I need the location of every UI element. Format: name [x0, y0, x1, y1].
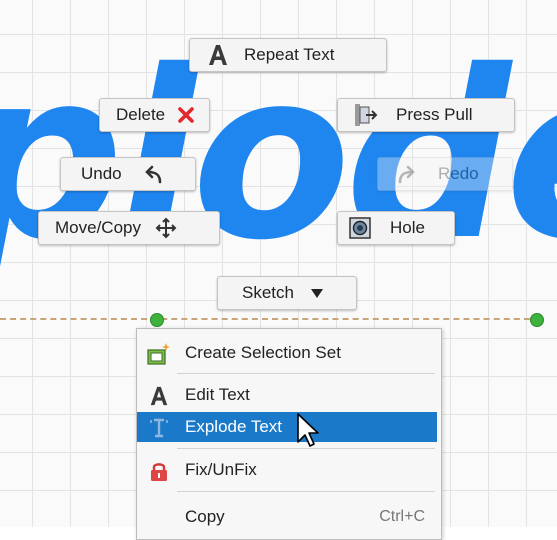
redo-arrow-icon [396, 164, 420, 184]
repeat-text-label: Repeat Text [244, 45, 335, 64]
menu-separator [177, 491, 435, 492]
undo-arrow-icon [140, 164, 164, 184]
repeat-text-button[interactable]: Repeat Text [189, 38, 387, 72]
menu-item-edit-text[interactable]: Edit Text [137, 380, 437, 410]
sketch-label: Sketch [242, 283, 294, 302]
menu-item-explode-text[interactable]: Explode Text [137, 412, 437, 442]
redo-label: Redo [438, 164, 479, 183]
press-pull-label: Press Pull [396, 105, 473, 124]
move-arrows-icon [155, 217, 177, 239]
menu-item-label: Edit Text [185, 385, 250, 404]
menu-item-label: Fix/UnFix [185, 460, 257, 479]
text-a-icon [206, 43, 230, 67]
menu-item-label: Explode Text [185, 417, 283, 436]
menu-item-shortcut: Ctrl+C [379, 508, 425, 525]
menu-item-label: Create Selection Set [185, 343, 341, 362]
delete-label: Delete [116, 105, 166, 124]
move-copy-label: Move/Copy [55, 218, 141, 237]
sketch-dashed-line[interactable] [0, 318, 540, 320]
hole-icon [348, 216, 372, 240]
undo-label: Undo [81, 164, 122, 183]
lock-icon [147, 459, 171, 483]
redo-button[interactable]: Redo [377, 157, 513, 191]
selection-set-icon [147, 342, 171, 366]
menu-separator [177, 373, 435, 374]
hole-button[interactable]: Hole [337, 211, 455, 245]
undo-button[interactable]: Undo [60, 157, 196, 191]
explode-text-icon [147, 416, 171, 440]
move-copy-button[interactable]: Move/Copy [38, 211, 220, 245]
menu-item-copy[interactable]: Copy Ctrl+C [137, 502, 437, 532]
text-a-icon [147, 384, 171, 408]
chevron-down-icon [310, 287, 324, 299]
press-pull-button[interactable]: Press Pull [337, 98, 515, 132]
delete-button[interactable]: Delete [99, 98, 210, 132]
menu-item-create-selection-set[interactable]: Create Selection Set [137, 338, 437, 368]
menu-item-label: Copy [185, 507, 225, 526]
press-pull-icon [352, 102, 378, 128]
menu-item-fix-unfix[interactable]: Fix/UnFix [137, 455, 437, 485]
sketch-point[interactable] [530, 313, 544, 327]
hole-label: Hole [390, 218, 425, 237]
mouse-pointer-icon [296, 412, 320, 455]
sketch-point[interactable] [150, 313, 164, 327]
close-icon [177, 106, 195, 124]
context-menu: Create Selection Set Edit Text Explode T… [136, 328, 442, 540]
sketch-dropdown-button[interactable]: Sketch [217, 276, 357, 310]
